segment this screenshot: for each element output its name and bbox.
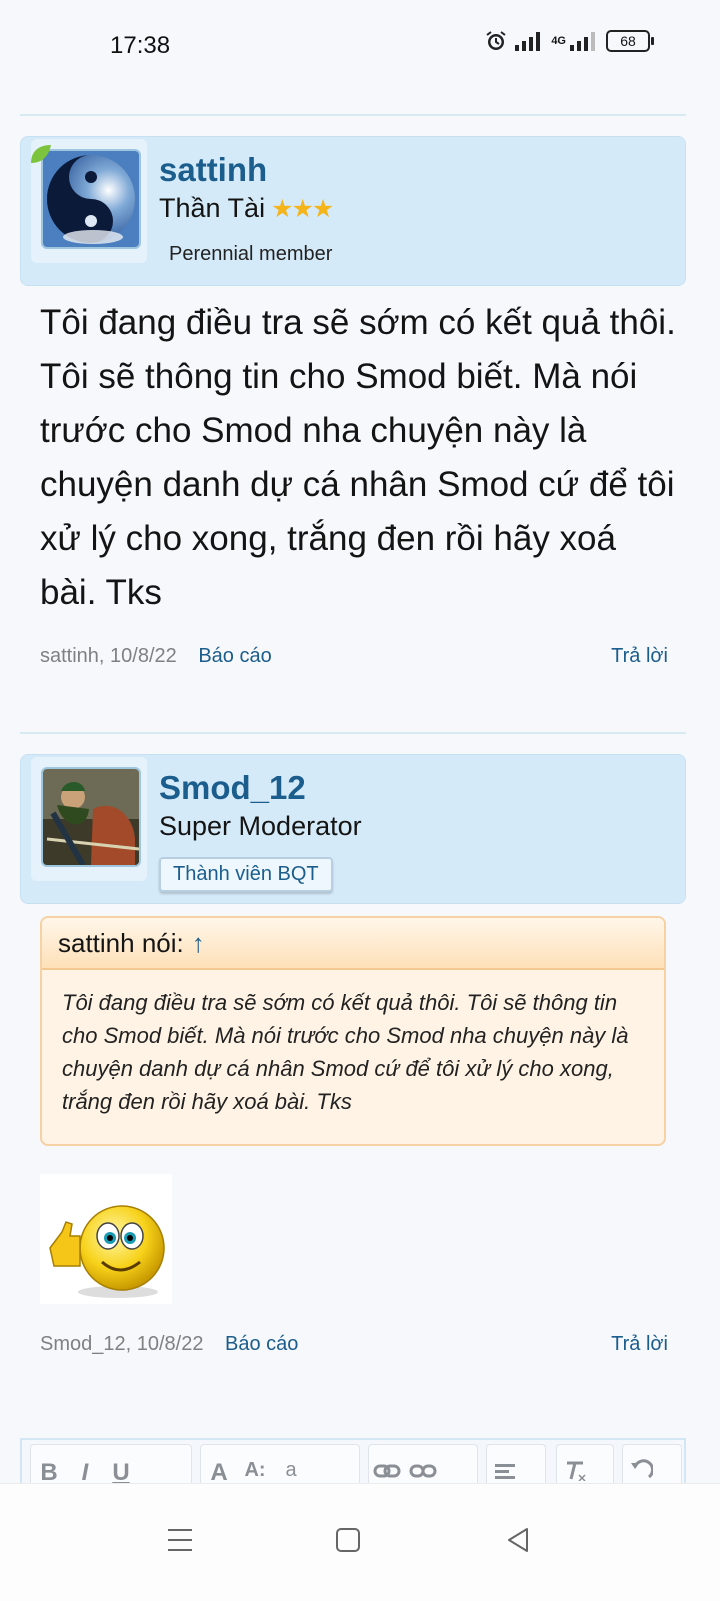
rank-stars-icon: ★★★	[271, 195, 334, 223]
signal-icon	[515, 32, 541, 51]
thumbs-up-smiley-image	[40, 1174, 172, 1304]
reply-link[interactable]: Trả lời	[611, 645, 668, 668]
unlink-icon	[409, 1464, 437, 1478]
divider	[20, 114, 686, 116]
italic-button[interactable]: I	[67, 1445, 103, 1487]
reply-link[interactable]: Trả lời	[611, 1333, 668, 1356]
font-family-button[interactable]: a	[273, 1445, 309, 1482]
status-bar: 17:38 4G 68	[0, 0, 720, 90]
staff-badge: Thành viên BQT	[159, 857, 333, 892]
align-icon	[495, 1464, 515, 1479]
align-button[interactable]	[487, 1445, 523, 1487]
username[interactable]: sattinh	[159, 151, 267, 189]
thumbs-up-smiley-icon	[49, 1205, 165, 1298]
post-meta: Smod_12, 10/8/22 Báo cáo Trả lời	[40, 1333, 668, 1356]
menu-icon	[168, 1529, 192, 1551]
link-button[interactable]	[369, 1445, 405, 1487]
quote-header: sattinh nói: ↑	[42, 918, 664, 970]
unlink-button[interactable]	[405, 1445, 441, 1487]
avatar-frame	[31, 757, 147, 881]
clear-format-button[interactable]	[557, 1445, 593, 1488]
post-author-date[interactable]: sattinh, 10/8/22	[40, 645, 177, 667]
network-label: 4G	[551, 35, 566, 47]
quote-jump-arrow-icon[interactable]: ↑	[192, 928, 205, 958]
undo-button[interactable]	[623, 1445, 659, 1488]
user-extra: Perennial member	[169, 243, 333, 265]
status-time: 17:38	[110, 32, 171, 59]
warrior-avatar-icon	[43, 769, 139, 865]
post-header: sattinh Thần Tài ★★★ Perennial member	[20, 136, 686, 286]
leaf-icon	[31, 145, 51, 163]
underline-button[interactable]: U	[103, 1445, 139, 1487]
battery-level: 68	[620, 33, 636, 49]
system-navigation-bar	[0, 1483, 720, 1601]
avatar[interactable]	[41, 767, 141, 867]
undo-icon	[631, 1459, 654, 1479]
home-button[interactable]	[318, 1510, 378, 1570]
avatar[interactable]	[41, 149, 141, 249]
post-meta: sattinh, 10/8/22 Báo cáo Trả lời	[40, 645, 668, 668]
divider	[20, 732, 686, 734]
battery-icon: 68	[606, 30, 654, 52]
user-title: Super Moderator	[159, 811, 362, 841]
quote-block: sattinh nói: ↑ Tôi đang điều tra sẽ sớm c…	[40, 916, 666, 1146]
post-message: Tôi đang điều tra sẽ sớm có kết quả thôi…	[40, 303, 676, 612]
font-color-button[interactable]: A	[201, 1445, 237, 1487]
signal-2-icon	[570, 32, 595, 51]
quote-text: Tôi đang điều tra sẽ sớm có kết quả thôi…	[62, 990, 629, 1114]
clear-format-icon	[567, 1461, 586, 1482]
yin-yang-avatar-icon	[43, 151, 139, 247]
quote-author: sattinh nói:	[58, 928, 184, 958]
status-icons: 4G 68	[485, 30, 654, 52]
report-link[interactable]: Báo cáo	[198, 645, 271, 667]
back-button[interactable]	[488, 1510, 548, 1570]
bold-button[interactable]: B	[31, 1445, 67, 1487]
user-title: Thần Tài ★★★	[159, 193, 334, 224]
font-size-button[interactable]: A:	[237, 1445, 273, 1482]
alarm-icon	[486, 31, 506, 50]
post-header: Smod_12 Super Moderator Thành viên BQT	[20, 754, 686, 904]
menu-button[interactable]	[150, 1510, 210, 1570]
username[interactable]: Smod_12	[159, 769, 306, 807]
user-title-text: Thần Tài	[159, 193, 266, 223]
home-square-icon	[336, 1528, 360, 1552]
link-icon	[373, 1464, 401, 1478]
post-author-date[interactable]: Smod_12, 10/8/22	[40, 1333, 203, 1355]
back-triangle-icon	[508, 1528, 528, 1552]
report-link[interactable]: Báo cáo	[225, 1333, 298, 1355]
